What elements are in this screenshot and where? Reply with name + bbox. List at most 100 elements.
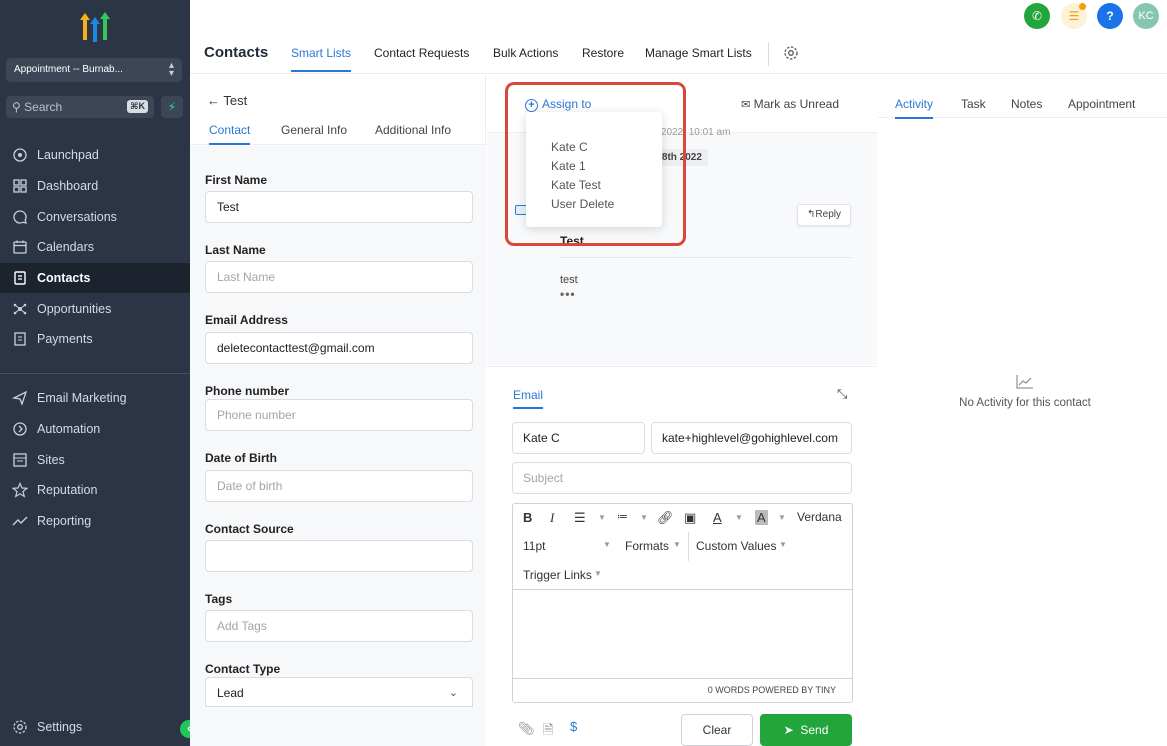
rocket-icon — [13, 148, 27, 162]
contact-type-value: Lead — [217, 686, 244, 700]
sidebar-divider — [0, 373, 190, 374]
clear-button[interactable]: Clear — [681, 714, 753, 746]
first-name-input[interactable]: Test — [205, 191, 473, 223]
search-placeholder: Search — [24, 100, 63, 114]
tab-activity[interactable]: Activity — [895, 97, 934, 119]
send-label: Send — [800, 723, 829, 737]
assign-to-button[interactable]: + Assign to — [525, 97, 591, 112]
phone-icon[interactable]: ✆ — [1024, 3, 1050, 29]
send-button[interactable]: ➤ Send — [760, 714, 852, 746]
sidebar-item-opportunities[interactable]: Opportunities — [0, 294, 190, 324]
sidebar-item-email-marketing[interactable]: Email Marketing — [0, 383, 190, 413]
from-email-input[interactable]: kate+highlevel@gohighlevel.com — [651, 422, 852, 454]
chevron-down-icon[interactable]: ▼ — [673, 540, 681, 549]
search-icon: ⚲ — [12, 100, 21, 114]
image-icon[interactable]: ▣ — [684, 510, 696, 526]
tab-email[interactable]: Email — [513, 388, 544, 409]
send-plane-icon: ➤ — [783, 723, 794, 737]
reply-button[interactable]: ↰Reply — [797, 204, 851, 226]
document-icon[interactable]: 🗎 — [543, 721, 553, 743]
dob-input[interactable]: Date of birth — [205, 470, 473, 502]
subject-input[interactable]: Subject — [512, 462, 852, 494]
quick-action-bolt-icon[interactable]: ⚡ — [161, 96, 183, 118]
email-input[interactable]: deletecontacttest@gmail.com — [205, 332, 473, 364]
avatar[interactable]: KC — [1133, 3, 1159, 29]
chevron-down-icon[interactable]: ▼ — [778, 513, 786, 522]
contact-type-select[interactable]: Lead ⌄ — [205, 677, 473, 707]
toolbar-divider — [688, 532, 689, 561]
sidebar-item-reporting[interactable]: Reporting — [0, 506, 190, 536]
notification-list-icon[interactable]: ☰ — [1061, 3, 1087, 29]
contact-source-input[interactable] — [205, 540, 473, 572]
collapse-arrows-icon[interactable]: ⤡ — [837, 386, 847, 402]
sidebar-item-conversations[interactable]: Conversations — [0, 202, 190, 232]
tags-input[interactable]: Add Tags — [205, 610, 473, 642]
tab-manage-smart-lists[interactable]: Manage Smart Lists — [645, 46, 752, 60]
sidebar-item-dashboard[interactable]: Dashboard — [0, 171, 190, 201]
subtab-contact[interactable]: Contact — [209, 123, 251, 145]
sidebar-item-settings[interactable]: Settings — [0, 712, 190, 742]
tab-appointment[interactable]: Appointment — [1068, 97, 1135, 111]
from-name-input[interactable]: Kate C — [512, 422, 645, 454]
contact-source-label: Contact Source — [205, 522, 294, 536]
sidebar-item-sites[interactable]: Sites — [0, 445, 190, 475]
highlight-color-icon[interactable]: A — [755, 510, 768, 525]
tab-restore[interactable]: Restore — [582, 46, 624, 60]
opportunities-network-icon — [13, 303, 27, 315]
sidebar-item-payments[interactable]: Payments — [0, 324, 190, 354]
account-switcher[interactable]: Appointment -- Burnab... ▴ ▾ — [6, 58, 182, 82]
dashboard-grid-icon — [13, 179, 27, 193]
bold-icon[interactable]: B — [523, 510, 532, 525]
sidebar-item-contacts[interactable]: Contacts — [0, 263, 190, 293]
numbered-list-icon[interactable]: ≔ — [617, 510, 628, 523]
tab-contact-requests[interactable]: Contact Requests — [374, 46, 469, 60]
editor-toolbar: B I ☰ ▼ ≔ ▼ 🔗︎ ▣ A ▼ A ▼ Verdana — [513, 504, 852, 532]
chevron-down-icon[interactable]: ▼ — [779, 540, 787, 549]
custom-values-menu[interactable]: Custom Values — [696, 539, 776, 553]
help-icon[interactable]: ? — [1097, 3, 1123, 29]
sidebar-item-reputation[interactable]: Reputation — [0, 475, 190, 505]
text-color-icon[interactable]: A — [713, 510, 722, 525]
chevron-down-icon[interactable]: ▼ — [735, 513, 743, 522]
empty-activity-message: No Activity for this contact — [959, 397, 1091, 409]
sidebar-search[interactable]: ⚲ Search ⌘K — [6, 96, 154, 118]
subtab-additional-info[interactable]: Additional Info — [375, 123, 451, 137]
chevron-down-icon[interactable]: ▼ — [640, 513, 648, 522]
assign-option[interactable]: Kate 1 — [526, 157, 662, 176]
account-name: Appointment -- Burnab... — [14, 64, 123, 75]
sidebar-item-automation[interactable]: Automation — [0, 414, 190, 444]
font-size-select[interactable]: 11pt — [523, 539, 545, 553]
settings-gear-icon[interactable] — [783, 45, 799, 61]
assign-option[interactable]: Kate Test — [526, 176, 662, 195]
assign-option[interactable]: Kate C — [526, 138, 662, 157]
font-family-select[interactable]: Verdana — [797, 510, 842, 524]
chevron-down-icon[interactable]: ▼ — [598, 513, 606, 522]
formats-menu[interactable]: Formats — [625, 539, 669, 553]
message-more-button[interactable]: ••• — [560, 287, 576, 301]
sidebar-item-launchpad[interactable]: Launchpad — [0, 140, 190, 170]
trigger-links-menu[interactable]: Trigger Links — [523, 568, 592, 582]
automation-icon — [13, 422, 27, 436]
link-icon[interactable]: 🔗︎ — [657, 510, 674, 526]
tab-smart-lists[interactable]: Smart Lists — [291, 46, 352, 72]
mark-as-unread-label: Mark as Unread — [753, 97, 839, 111]
attachment-icon[interactable]: 📎︎ — [518, 721, 535, 737]
tags-label: Tags — [205, 592, 233, 606]
chevron-down-icon[interactable]: ▼ — [603, 540, 611, 549]
sidebar-item-label: Reporting — [37, 514, 92, 528]
sidebar-item-calendars[interactable]: Calendars — [0, 232, 190, 262]
assign-option[interactable]: User Delete — [526, 195, 662, 214]
dollar-circle-icon[interactable]: $ — [570, 719, 577, 734]
phone-input[interactable]: Phone number — [205, 399, 473, 431]
tab-notes[interactable]: Notes — [1011, 97, 1042, 111]
last-name-input[interactable]: Last Name — [205, 261, 473, 293]
back-link[interactable]: ← Test — [207, 93, 247, 108]
mark-as-unread-button[interactable]: ✉ Mark as Unread — [741, 97, 839, 111]
subtab-general-info[interactable]: General Info — [281, 123, 347, 137]
chevron-down-icon[interactable]: ▼ — [594, 569, 602, 578]
bullet-list-icon[interactable]: ☰ — [574, 510, 586, 526]
assign-to-label: Assign to — [542, 97, 592, 111]
italic-icon[interactable]: I — [550, 510, 554, 526]
tab-task[interactable]: Task — [961, 97, 986, 111]
tab-bulk-actions[interactable]: Bulk Actions — [493, 46, 558, 60]
